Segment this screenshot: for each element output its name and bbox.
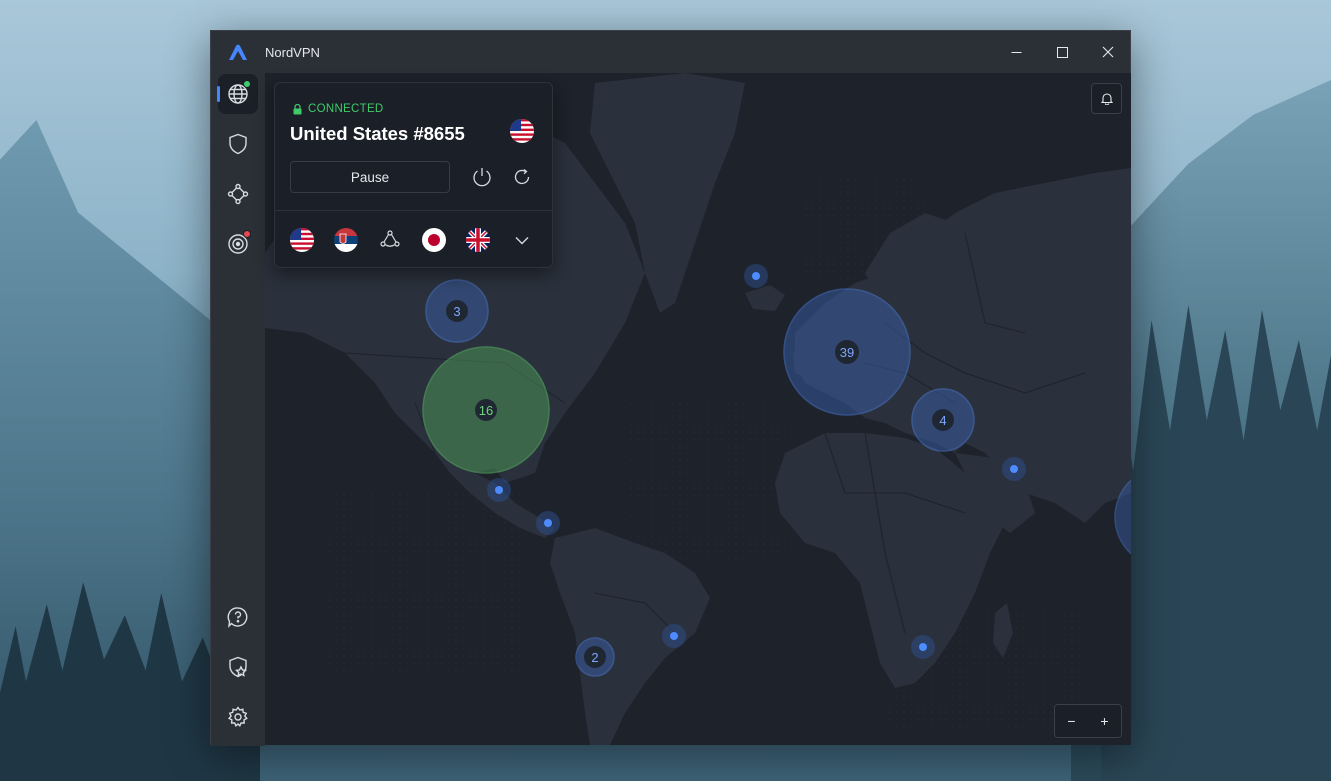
sidebar-item-meshnet[interactable] <box>218 174 258 214</box>
japan-flag-icon <box>422 228 446 252</box>
pause-button[interactable]: Pause <box>290 161 450 193</box>
recent-connection-us[interactable] <box>289 227 315 253</box>
cluster-count: 4 <box>939 413 946 428</box>
lock-icon <box>293 103 302 114</box>
chevron-down-icon <box>515 236 529 244</box>
sidebar-item-rewards[interactable] <box>218 647 258 687</box>
connection-status: CONNECTED <box>293 103 384 115</box>
alert-badge <box>243 230 251 238</box>
settings-icon <box>228 706 248 728</box>
active-indicator <box>217 86 220 102</box>
server-point[interactable] <box>487 478 511 502</box>
refresh-icon <box>514 168 530 185</box>
power-icon <box>473 168 491 187</box>
app-window: NordVPN 3 16 39 4 2 − + CONNECTED United… <box>210 30 1131 746</box>
connected-badge <box>243 80 251 88</box>
sidebar-item-settings[interactable] <box>218 697 258 737</box>
sidebar-item-help[interactable] <box>218 597 258 637</box>
star-shield-icon <box>229 656 248 678</box>
zoom-in-button[interactable]: + <box>1090 713 1120 729</box>
meshnet-icon <box>380 230 400 247</box>
status-text: CONNECTED <box>308 103 384 115</box>
sidebar-item-map[interactable] <box>217 74 258 114</box>
us-flag-icon <box>510 119 534 143</box>
titlebar[interactable]: NordVPN <box>211 31 1130 73</box>
cluster-count: 39 <box>840 345 854 360</box>
server-point[interactable] <box>1002 457 1026 481</box>
help-icon <box>227 607 248 628</box>
close-button[interactable] <box>1085 31 1131 73</box>
serbia-flag-icon <box>334 228 358 252</box>
server-point[interactable] <box>911 635 935 659</box>
server-name: United States #8655 <box>290 123 465 144</box>
notifications-button[interactable] <box>1091 83 1122 114</box>
app-title: NordVPN <box>265 45 320 60</box>
server-point[interactable] <box>744 264 768 288</box>
recent-connection-japan[interactable] <box>421 227 447 253</box>
server-point[interactable] <box>662 624 686 648</box>
minimize-icon <box>1011 51 1021 53</box>
maximize-icon <box>1056 46 1068 58</box>
minimize-button[interactable] <box>993 31 1039 73</box>
bell-icon <box>1100 93 1113 105</box>
expand-recent-button[interactable] <box>509 227 535 253</box>
zoom-controls: − + <box>1054 704 1122 738</box>
cluster-count: 16 <box>479 403 493 418</box>
cluster-count: 3 <box>453 304 460 319</box>
connection-panel: CONNECTED United States #8655 Pause <box>274 82 553 268</box>
recent-connection-meshnet[interactable] <box>377 227 403 253</box>
disconnect-button[interactable] <box>468 163 496 191</box>
sidebar <box>211 73 265 746</box>
zoom-out-button[interactable]: − <box>1057 713 1087 729</box>
sidebar-item-dark-web-monitor[interactable] <box>218 224 258 264</box>
sidebar-item-threat-protection[interactable] <box>218 124 258 164</box>
uk-flag-icon <box>466 228 490 252</box>
recent-connection-uk[interactable] <box>465 227 491 253</box>
recent-connection-serbia[interactable] <box>333 227 359 253</box>
reconnect-button[interactable] <box>508 163 536 191</box>
us-flag-icon <box>290 228 314 252</box>
panel-divider <box>275 210 552 211</box>
cluster-count: 2 <box>591 650 598 665</box>
server-point[interactable] <box>536 511 560 535</box>
maximize-button[interactable] <box>1039 31 1085 73</box>
meshnet-icon <box>227 183 249 205</box>
close-icon <box>1102 46 1114 58</box>
nordvpn-logo-icon <box>229 44 247 60</box>
shield-icon <box>229 133 247 155</box>
